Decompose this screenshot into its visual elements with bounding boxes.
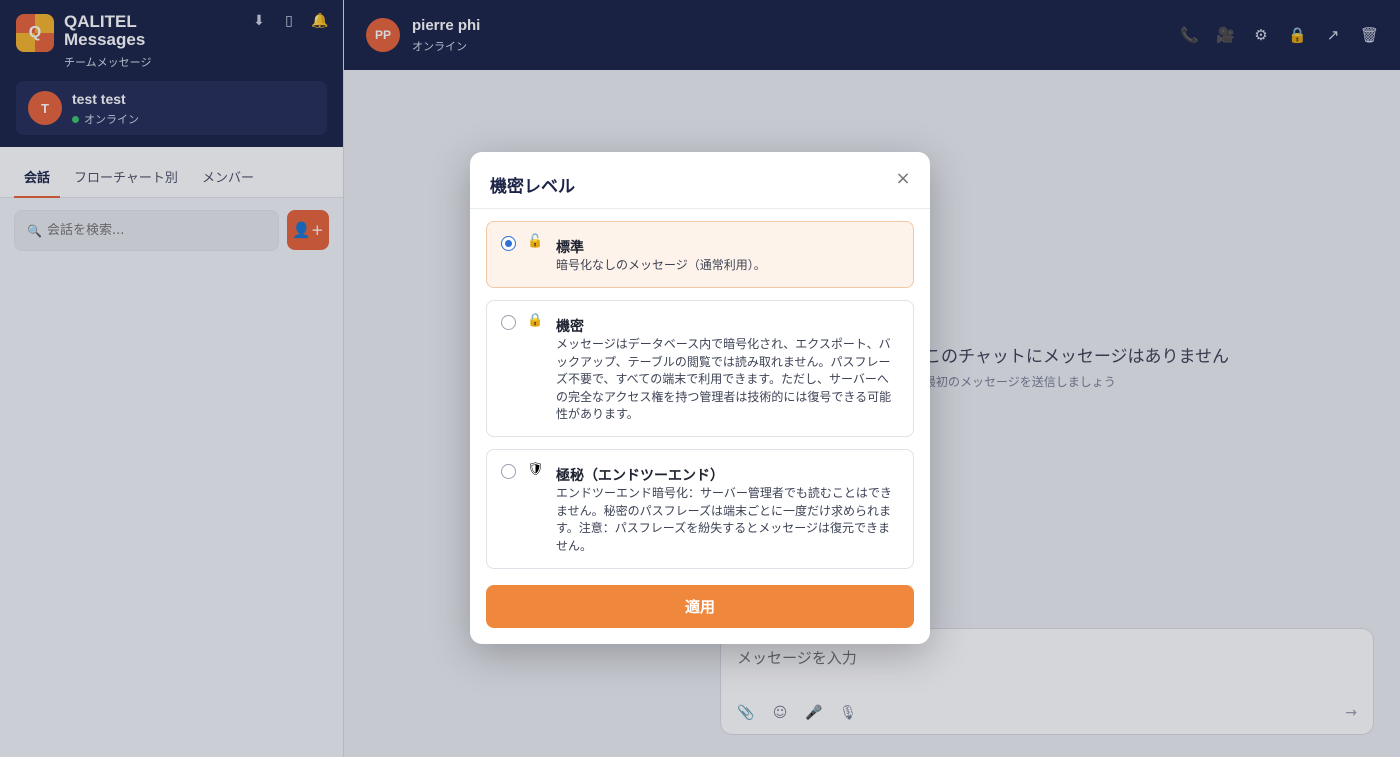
confidentiality-modal: 機密レベル × 🔓 標準 暗号化なしのメッセージ（通常利用）。 🔒 機密 メッセ…: [470, 152, 930, 644]
option-top-secret[interactable]: 🛡 極秘（エンドツーエンド） エンドツーエンド暗号化：サーバー管理者でも読むこと…: [486, 449, 914, 569]
option-title: 極秘（エンドツーエンド）: [556, 468, 724, 484]
radio-standard[interactable]: [501, 236, 516, 251]
option-title: 標準: [556, 240, 584, 256]
unlock-icon: 🔓: [527, 234, 544, 249]
option-description: メッセージはデータベース内で暗号化され、エクスポート、バックアップ、テーブルの閲…: [556, 337, 892, 421]
radio-top-secret[interactable]: [501, 464, 516, 479]
radio-confidential[interactable]: [501, 315, 516, 330]
shield-icon: 🛡: [527, 462, 544, 477]
option-confidential[interactable]: 🔒 機密 メッセージはデータベース内で暗号化され、エクスポート、バックアップ、テ…: [486, 300, 914, 437]
option-description: 暗号化なしのメッセージ（通常利用）。: [556, 258, 766, 272]
option-description: エンドツーエンド暗号化：サーバー管理者でも読むことはできません。秘密のパスフレー…: [556, 486, 892, 553]
modal-header: 機密レベル ×: [470, 152, 930, 209]
lock-icon: 🔒: [527, 313, 544, 328]
modal-title: 機密レベル: [490, 177, 575, 197]
apply-button[interactable]: 適用: [486, 585, 914, 628]
close-icon[interactable]: ×: [894, 170, 912, 188]
option-standard[interactable]: 🔓 標準 暗号化なしのメッセージ（通常利用）。: [486, 221, 914, 288]
option-title: 機密: [556, 319, 584, 335]
